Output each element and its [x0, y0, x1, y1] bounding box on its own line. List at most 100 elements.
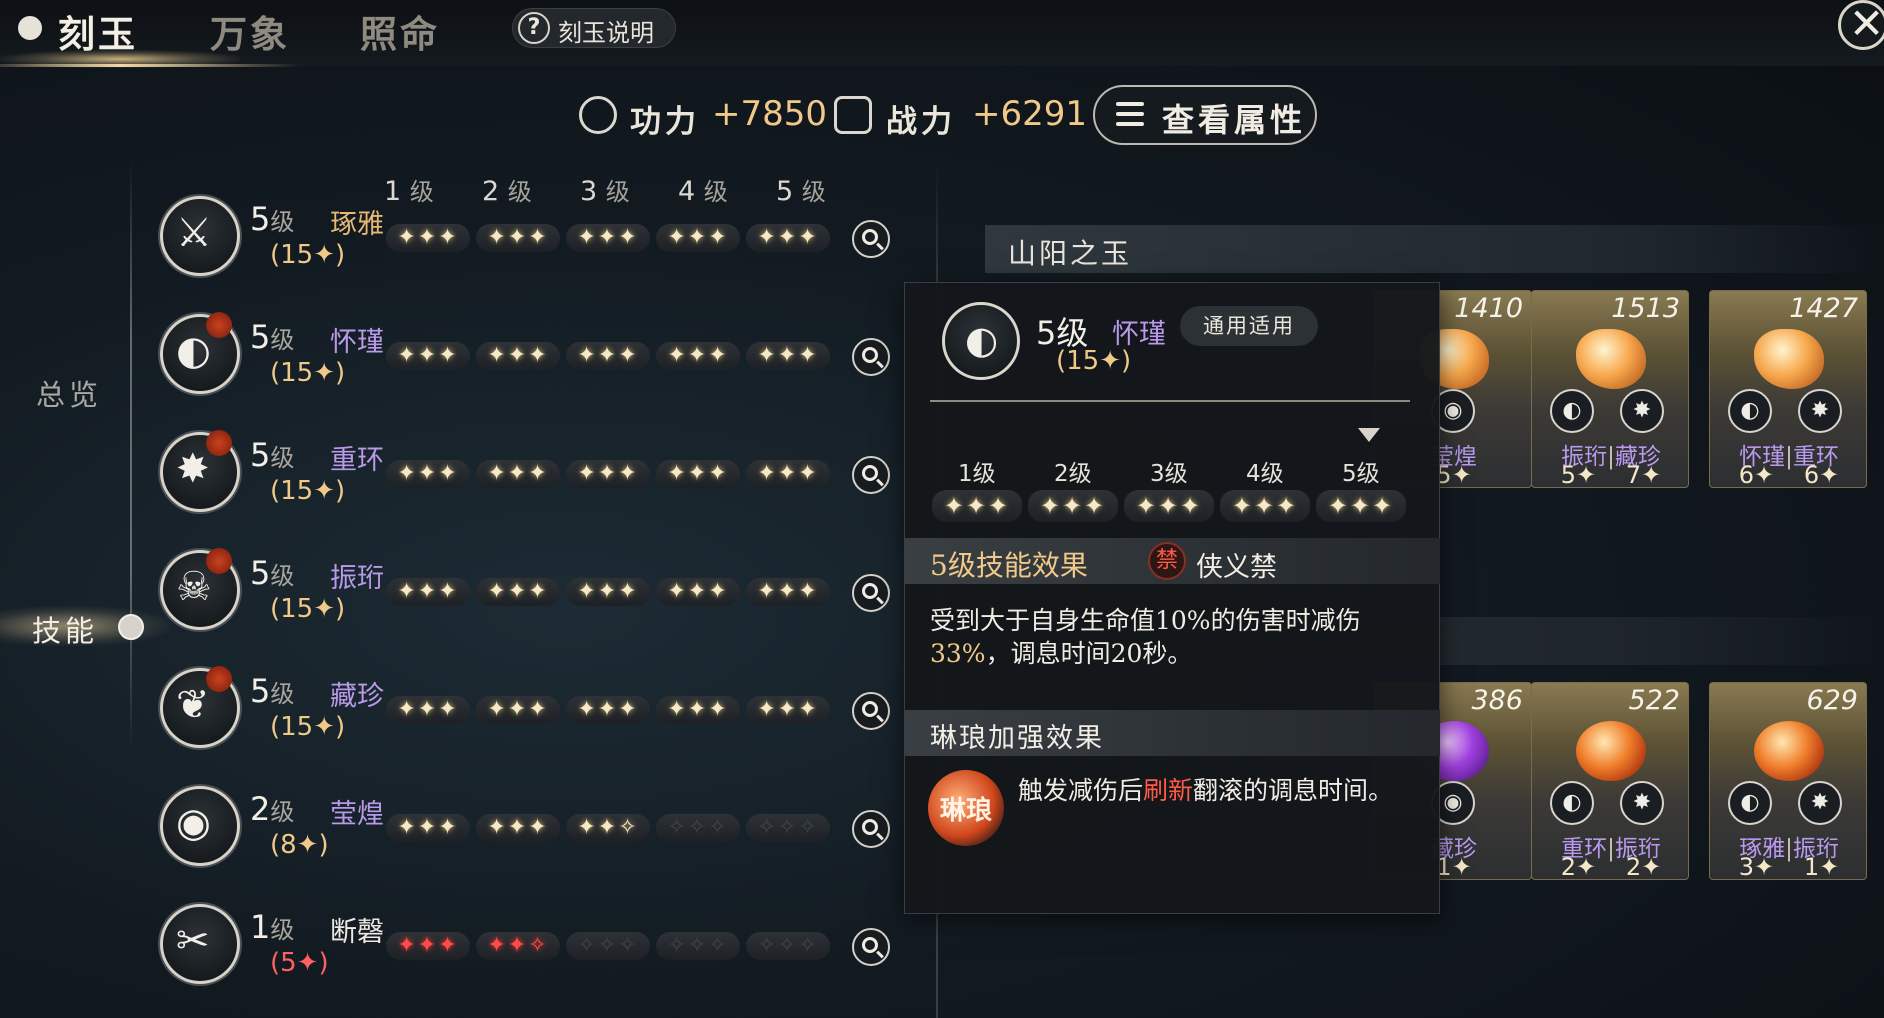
view-attributes-label: 查看属性 — [1162, 101, 1307, 139]
card-skill-points: 3✦ 1✦ — [1738, 853, 1840, 881]
star-progress: ✦✦✦ ✦✦✦ ✦✦✦ ✦✦✦ ✦✦✦ — [386, 460, 830, 488]
skill-points: (15✦) — [270, 476, 346, 506]
popup-divider — [930, 400, 1410, 402]
skill-row[interactable]: ◉ 2级 莹煌 (8✦) ✦✦✦ ✦✦✦ ✦✦✧ ✧✧✧ ✧✧✧ — [150, 780, 910, 890]
star-group: ✦✦✦ — [386, 578, 470, 606]
skill-emblem-icon: ✸ — [176, 446, 210, 492]
nav-overview[interactable]: 总览 — [36, 372, 102, 414]
star-group: ✧✧✧ — [656, 814, 740, 842]
jade-gem-icon — [1754, 329, 1824, 389]
jade-card[interactable]: 1427 ◐ ✸ 怀瑾|重环 6✦ 6✦ — [1709, 290, 1867, 489]
skill-mini-icon: ◐ — [1728, 781, 1772, 825]
skill-mini-icon: ◐ — [1728, 389, 1772, 433]
star-group: ✧✧✧ — [746, 814, 830, 842]
star-group: ✦✦✦ — [656, 696, 740, 724]
star-group: ✧✧✧ — [656, 932, 740, 960]
nav-skills[interactable]: 技能 — [32, 608, 98, 650]
skill-points: (5✦) — [270, 948, 329, 978]
card-skill-points: 2✦ 2✦ — [1560, 853, 1662, 881]
magnify-icon[interactable] — [852, 928, 890, 966]
skill-level: 1级 — [250, 908, 295, 946]
skill-row[interactable]: ☠ 5级 振珩 (15✦) ✦✦✦ ✦✦✦ ✦✦✦ ✦✦✦ ✦✦✦ — [150, 544, 910, 654]
skill-row[interactable]: ◐ 5级 怀瑾 (15✦) ✦✦✦ ✦✦✦ ✦✦✦ ✦✦✦ ✦✦✦ — [150, 308, 910, 418]
magnify-icon[interactable] — [852, 810, 890, 848]
star-group: ✦✦✦ — [476, 460, 560, 488]
star-group: ✦✦✦ — [656, 224, 740, 252]
skill-name: 莹煌 — [330, 799, 384, 830]
close-icon: ✕ — [1849, 0, 1884, 48]
gongli-icon — [579, 96, 617, 134]
skill-emblem-icon: ◉ — [176, 800, 211, 846]
card-power: 629 — [1806, 685, 1858, 716]
linlang-icon: 琳琅 — [928, 770, 1004, 846]
skill-row[interactable]: ✂ 1级 断磬 (5✦) ✦✦✦ ✦✦✧ ✧✧✧ ✧✧✧ ✧✧✧ — [150, 898, 910, 1008]
jade-card[interactable]: 522 ◐ ✸ 重环|振珩 2✦ 2✦ — [1531, 682, 1689, 881]
tab-keyu[interactable]: 刻玉 — [58, 4, 138, 58]
tab-zhaoming[interactable]: 照命 — [360, 4, 440, 58]
skill-points: (15✦) — [270, 358, 346, 388]
card-power: 386 — [1471, 685, 1523, 716]
star-group: ✦✦✦ — [566, 342, 650, 370]
nav-divider — [130, 160, 132, 750]
star-group: ✦✦✦ — [746, 460, 830, 488]
star-group: ✦✦✦ — [656, 578, 740, 606]
skill-points: (15✦) — [270, 240, 346, 270]
card-power: 1513 — [1611, 293, 1680, 324]
skill-points: (8✦) — [270, 830, 329, 860]
magnify-icon[interactable] — [852, 338, 890, 376]
card-power: 522 — [1628, 685, 1680, 716]
skill-row[interactable]: ✸ 5级 重环 (15✦) ✦✦✦ ✦✦✦ ✦✦✦ ✦✦✦ ✦✦✦ — [150, 426, 910, 536]
gongli-label: 功力 — [630, 104, 700, 140]
linlang-badge-icon — [206, 430, 232, 456]
star-group: ✦✦✦ — [1028, 490, 1118, 522]
star-progress: ✦✦✦ ✦✦✦ ✦✦✦ ✦✦✦ ✦✦✦ — [386, 224, 830, 252]
star-progress: ✦✦✦ ✦✦✧ ✧✧✧ ✧✧✧ ✧✧✧ — [386, 932, 830, 960]
jade-gem-icon — [1576, 329, 1646, 389]
linlang-badge-icon — [206, 312, 232, 338]
star-group: ✦✦✦ — [1124, 490, 1214, 522]
star-group: ✦✦✦ — [656, 342, 740, 370]
skill-emblem-icon: ❦ — [176, 682, 210, 728]
zhanli-label: 战力 — [886, 104, 956, 140]
tab-wanxiang[interactable]: 万象 — [210, 4, 290, 58]
star-group: ✦✦✦ — [386, 224, 470, 252]
skill-name: 藏珍 — [330, 681, 384, 712]
popup-col-2: 2级 — [1054, 461, 1092, 487]
star-group: ✦✦✦ — [386, 460, 470, 488]
seal-name: 侠义禁 — [1196, 552, 1277, 583]
jade-card[interactable]: 1513 ◐ ✸ 振珩|藏珍 5✦ 7✦ — [1531, 290, 1689, 489]
skill-name: 振珩 — [330, 563, 384, 594]
popup-col-1: 1级 — [958, 461, 996, 487]
star-group: ✦✦✦ — [566, 224, 650, 252]
section-title: 山阳之玉 — [1008, 237, 1133, 270]
level-pointer-icon — [1358, 428, 1380, 442]
skill-name: 断磬 — [330, 917, 384, 948]
magnify-icon[interactable] — [852, 456, 890, 494]
list-icon — [1116, 102, 1144, 128]
star-group: ✧✧✧ — [746, 932, 830, 960]
skill-level: 2级 — [250, 790, 295, 828]
skill-mini-icon: ✸ — [1798, 389, 1842, 433]
jade-card[interactable]: 629 ◐ ✸ 琢雅|振珩 3✦ 1✦ — [1709, 682, 1867, 881]
skill-mini-icon: ✸ — [1620, 389, 1664, 433]
star-group: ✦✦✦ — [566, 578, 650, 606]
star-group: ✦✦✦ — [932, 490, 1022, 522]
magnify-icon[interactable] — [852, 220, 890, 258]
skill-row[interactable]: ❦ 5级 藏珍 (15✦) ✦✦✦ ✦✦✦ ✦✦✦ ✦✦✦ ✦✦✦ — [150, 662, 910, 772]
magnify-icon[interactable] — [852, 574, 890, 612]
jade-gem-icon — [1754, 721, 1824, 781]
skill-row[interactable]: ⚔ 5级 琢雅 (15✦) ✦✦✦ ✦✦✦ ✦✦✦ ✦✦✦ ✦✦✦ — [150, 190, 910, 300]
skill-mini-icon: ✸ — [1798, 781, 1842, 825]
card-power: 1410 — [1454, 293, 1523, 324]
close-button[interactable]: ✕ — [1838, 0, 1884, 50]
star-group: ✦✦✦ — [566, 460, 650, 488]
seal-icon: 禁 — [1148, 542, 1186, 580]
star-group: ✦✦✦ — [1220, 490, 1310, 522]
effect-title: 5级技能效果 — [930, 549, 1088, 582]
active-tab-underline — [0, 64, 300, 67]
skill-mini-icon: ✸ — [1620, 781, 1664, 825]
skill-emblem-icon: ✂ — [176, 918, 210, 964]
skill-emblem-icon: ☠ — [176, 564, 212, 610]
popup-points: (15✦) — [1056, 346, 1132, 376]
magnify-icon[interactable] — [852, 692, 890, 730]
